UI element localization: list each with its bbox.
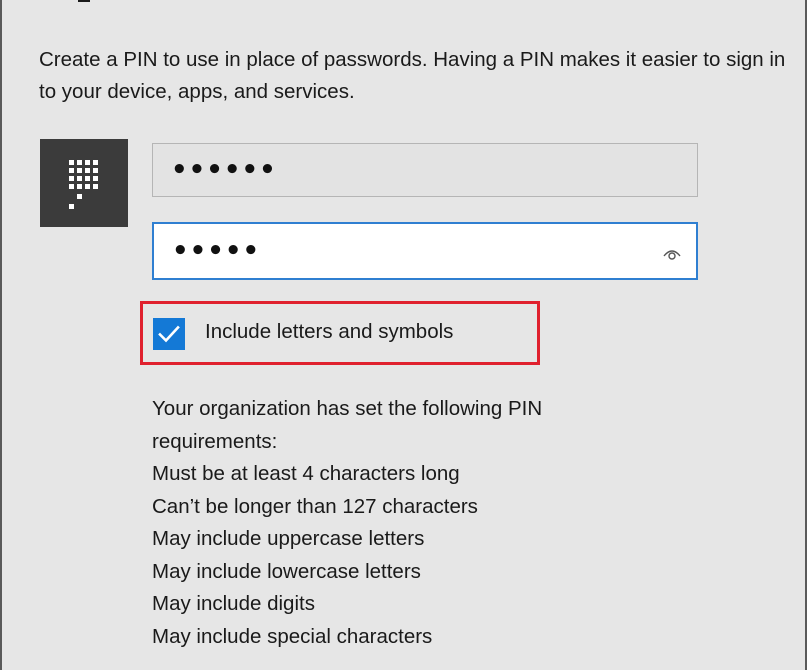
eye-icon[interactable] xyxy=(662,241,682,261)
requirement-item: May include lowercase letters xyxy=(152,559,421,583)
include-letters-label[interactable]: Include letters and symbols xyxy=(205,320,453,344)
requirements-intro-line: requirements: xyxy=(152,429,278,453)
include-letters-checkbox[interactable] xyxy=(153,318,185,350)
requirement-item: May include digits xyxy=(152,592,315,615)
new-pin-field[interactable]: •••••• xyxy=(152,143,698,197)
new-pin-value: •••••• xyxy=(171,155,277,185)
dialog-title-cropped xyxy=(38,0,118,6)
keypad-icon xyxy=(40,139,128,227)
confirm-pin-field[interactable]: ••••• xyxy=(152,222,698,280)
checkmark-icon xyxy=(158,325,180,343)
dialog-left-border xyxy=(0,0,2,670)
confirm-pin-value: ••••• xyxy=(172,236,261,266)
include-letters-option-highlight[interactable]: Include letters and symbols xyxy=(140,301,540,365)
pin-requirements-list: Your organization has set the following … xyxy=(152,393,792,653)
requirement-item: Can’t be longer than 127 characters xyxy=(152,494,478,518)
requirements-intro-line: Your organization has set the following … xyxy=(152,397,543,420)
requirement-item: May include uppercase letters xyxy=(152,527,425,550)
requirement-item: May include special characters xyxy=(152,624,433,648)
requirement-item: Must be at least 4 characters long xyxy=(152,462,460,485)
set-up-pin-dialog: Create a PIN to use in place of password… xyxy=(0,0,807,670)
pin-description: Create a PIN to use in place of password… xyxy=(39,48,786,103)
